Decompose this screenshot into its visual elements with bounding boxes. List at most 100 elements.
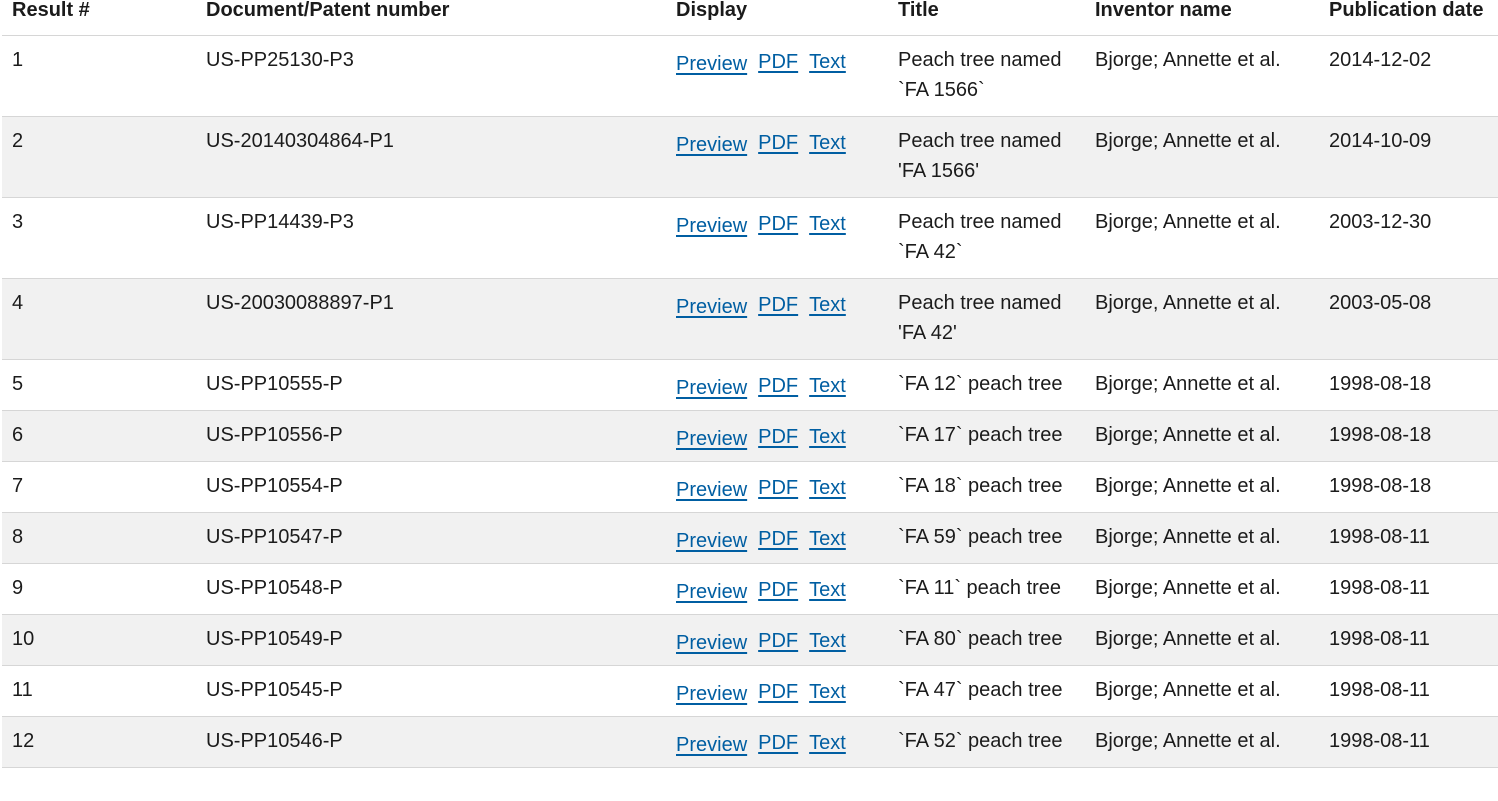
text-link[interactable]: Text	[809, 375, 846, 397]
result-number-cell: 4	[2, 278, 196, 360]
preview-link[interactable]: Preview	[676, 134, 747, 156]
table-row[interactable]: 8 US-PP10547-P Preview PDF Text `FA 59` pe…	[2, 512, 1498, 564]
publication-date-cell: 1998-08-11	[1319, 665, 1498, 717]
table-row[interactable]: 10 US-PP10549-P Preview PDF Text `FA 80` p…	[2, 614, 1498, 666]
pdf-link[interactable]: PDF	[758, 51, 798, 73]
text-link[interactable]: Text	[809, 294, 846, 316]
title-cell: `FA 80` peach tree	[888, 614, 1085, 666]
text-link[interactable]: Text	[809, 681, 846, 703]
text-link[interactable]: Text	[809, 426, 846, 448]
document-number-cell: US-PP10554-P	[196, 461, 666, 513]
table-row[interactable]: 3 US-PP14439-P3 Preview PDF Text Peach tre…	[2, 197, 1498, 279]
pdf-link[interactable]: PDF	[758, 375, 798, 397]
result-number-cell: 3	[2, 197, 196, 279]
preview-link[interactable]: Preview	[676, 683, 747, 705]
result-number: 6	[12, 424, 24, 446]
result-number-cell: 8	[2, 512, 196, 564]
pdf-link[interactable]: PDF	[758, 528, 798, 550]
pdf-link[interactable]: PDF	[758, 426, 798, 448]
preview-link[interactable]: Preview	[676, 581, 747, 603]
title-cell: Peach tree named `FA 1566`	[888, 35, 1085, 117]
text-link[interactable]: Text	[809, 51, 846, 73]
patent-title: `FA 11` peach tree	[898, 577, 1062, 599]
publication-date: 1998-08-18	[1329, 475, 1432, 497]
document-number: US-PP10547-P	[206, 526, 343, 548]
result-number: 3	[12, 211, 24, 233]
table-row[interactable]: 2 US-20140304864-P1 Preview PDF Text Peach…	[2, 116, 1498, 198]
pdf-link[interactable]: PDF	[758, 732, 798, 754]
inventor-cell: Bjorge; Annette et al.	[1085, 197, 1319, 279]
display-links-cell: Preview PDF Text	[666, 359, 888, 411]
text-link[interactable]: Text	[809, 477, 846, 499]
display-links-cell: Preview PDF Text	[666, 512, 888, 564]
inventor-cell: Bjorge; Annette et al.	[1085, 512, 1319, 564]
patent-title: Peach tree named `FA 1566`	[898, 49, 1062, 101]
inventor-name: Bjorge; Annette et al.	[1095, 424, 1281, 446]
publication-date-cell: 2014-10-09	[1319, 116, 1498, 198]
document-number: US-PP10556-P	[206, 424, 343, 446]
title-cell: `FA 11` peach tree	[888, 563, 1085, 615]
pdf-link[interactable]: PDF	[758, 477, 798, 499]
publication-date-cell: 1998-08-18	[1319, 410, 1498, 462]
header-inventor-name[interactable]: Inventor name	[1085, 0, 1319, 36]
preview-link[interactable]: Preview	[676, 215, 747, 237]
table-row[interactable]: 5 US-PP10555-P Preview PDF Text `FA 12` pe…	[2, 359, 1498, 411]
table-row[interactable]: 4 US-20030088897-P1 Preview PDF Text Peach…	[2, 278, 1498, 360]
preview-link[interactable]: Preview	[676, 632, 747, 654]
document-number-cell: US-PP14439-P3	[196, 197, 666, 279]
header-document-number[interactable]: Document/Patent number	[196, 0, 666, 36]
document-number-cell: US-PP10548-P	[196, 563, 666, 615]
inventor-cell: Bjorge; Annette et al.	[1085, 563, 1319, 615]
pdf-link[interactable]: PDF	[758, 579, 798, 601]
preview-link[interactable]: Preview	[676, 479, 747, 501]
preview-link[interactable]: Preview	[676, 377, 747, 399]
pdf-link[interactable]: PDF	[758, 630, 798, 652]
text-link[interactable]: Text	[809, 213, 846, 235]
text-link[interactable]: Text	[809, 528, 846, 550]
publication-date-cell: 1998-08-11	[1319, 716, 1498, 768]
publication-date: 2014-12-02	[1329, 49, 1432, 71]
text-link[interactable]: Text	[809, 579, 846, 601]
text-link[interactable]: Text	[809, 732, 846, 754]
publication-date-cell: 1998-08-11	[1319, 614, 1498, 666]
preview-link[interactable]: Preview	[676, 734, 747, 756]
result-number-cell: 9	[2, 563, 196, 615]
publication-date: 1998-08-18	[1329, 373, 1432, 395]
table-row[interactable]: 6 US-PP10556-P Preview PDF Text `FA 17` pe…	[2, 410, 1498, 462]
table-row[interactable]: 1 US-PP25130-P3 Preview PDF Text Peach tre…	[2, 35, 1498, 117]
result-number: 1	[12, 49, 24, 71]
publication-date-cell: 2003-05-08	[1319, 278, 1498, 360]
preview-link[interactable]: Preview	[676, 428, 747, 450]
inventor-cell: Bjorge; Annette et al.	[1085, 614, 1319, 666]
table-row[interactable]: 9 US-PP10548-P Preview PDF Text `FA 11` pe…	[2, 563, 1498, 615]
table-row[interactable]: 12 US-PP10546-P Preview PDF Text `FA 52` p…	[2, 716, 1498, 768]
title-cell: `FA 17` peach tree	[888, 410, 1085, 462]
display-links-cell: Preview PDF Text	[666, 197, 888, 279]
result-number: 5	[12, 373, 24, 395]
preview-link[interactable]: Preview	[676, 53, 747, 75]
table-row[interactable]: 11 US-PP10545-P Preview PDF Text `FA 47` p…	[2, 665, 1498, 717]
text-link[interactable]: Text	[809, 630, 846, 652]
display-links-cell: Preview PDF Text	[666, 410, 888, 462]
document-number: US-PP10546-P	[206, 730, 343, 752]
document-number: US-PP10545-P	[206, 679, 343, 701]
table-row[interactable]: 7 US-PP10554-P Preview PDF Text `FA 18` pe…	[2, 461, 1498, 513]
table-header-row: Result # Document/Patent number Display …	[2, 0, 1498, 36]
header-publication-date[interactable]: Publication date	[1319, 0, 1498, 36]
text-link[interactable]: Text	[809, 132, 846, 154]
preview-link[interactable]: Preview	[676, 296, 747, 318]
inventor-cell: Bjorge; Annette et al.	[1085, 665, 1319, 717]
inventor-name: Bjorge; Annette et al.	[1095, 577, 1281, 599]
preview-link[interactable]: Preview	[676, 530, 747, 552]
pdf-link[interactable]: PDF	[758, 132, 798, 154]
document-number: US-20030088897-P1	[206, 292, 394, 314]
pdf-link[interactable]: PDF	[758, 681, 798, 703]
result-number-cell: 7	[2, 461, 196, 513]
result-number-cell: 2	[2, 116, 196, 198]
inventor-name: Bjorge; Annette et al.	[1095, 526, 1281, 548]
header-title[interactable]: Title	[888, 0, 1085, 36]
pdf-link[interactable]: PDF	[758, 213, 798, 235]
header-result-number[interactable]: Result #	[2, 0, 196, 36]
publication-date: 1998-08-18	[1329, 424, 1432, 446]
pdf-link[interactable]: PDF	[758, 294, 798, 316]
